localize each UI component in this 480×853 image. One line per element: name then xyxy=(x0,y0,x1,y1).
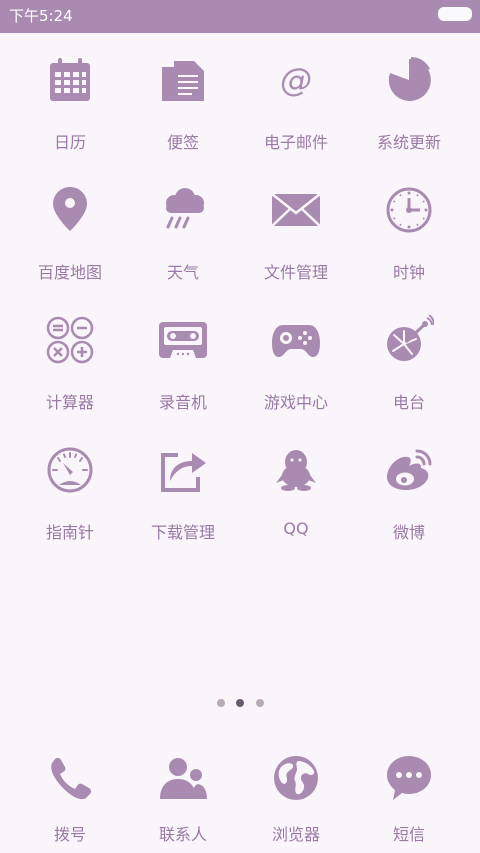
app-weibo[interactable]: 微博 xyxy=(349,423,469,553)
app-label: 下载管理 xyxy=(150,523,215,542)
calendar-icon xyxy=(45,55,95,105)
dock-phone[interactable]: 拨号 xyxy=(10,735,130,853)
message-icon xyxy=(384,753,434,803)
clock-icon xyxy=(384,185,434,235)
app-label: 拨号 xyxy=(53,825,86,844)
app-label: 百度地图 xyxy=(37,263,102,282)
app-map[interactable]: 百度地图 xyxy=(10,163,130,293)
app-label: 日历 xyxy=(53,133,86,152)
app-label: 便签 xyxy=(166,133,199,152)
status-bar: 下午5:24 xyxy=(0,0,480,33)
app-files[interactable]: 文件管理 xyxy=(236,163,356,293)
globe-icon xyxy=(271,753,321,803)
app-label: 文件管理 xyxy=(263,263,328,282)
app-compass[interactable]: 指南针 xyxy=(10,423,130,553)
update-icon xyxy=(384,55,434,105)
dock-contacts[interactable]: 联系人 xyxy=(123,735,243,853)
app-calendar[interactable]: 日历 xyxy=(10,33,130,163)
dock-messages[interactable]: 短信 xyxy=(349,735,469,853)
phone-icon xyxy=(45,753,95,803)
app-update[interactable]: 系统更新 xyxy=(349,33,469,163)
app-games[interactable]: 游戏中心 xyxy=(236,293,356,423)
app-label: 联系人 xyxy=(158,825,207,844)
app-weather[interactable]: 天气 xyxy=(123,163,243,293)
app-downloads[interactable]: 下载管理 xyxy=(123,423,243,553)
email-icon: @ xyxy=(271,55,321,105)
app-label: 电子邮件 xyxy=(263,133,328,152)
page-indicator xyxy=(0,699,480,709)
gamepad-icon xyxy=(271,315,321,365)
contacts-icon xyxy=(158,753,208,803)
app-label: 微博 xyxy=(392,523,425,542)
app-label: 系统更新 xyxy=(376,133,441,152)
app-label: 浏览器 xyxy=(271,825,320,844)
map-pin-icon xyxy=(45,185,95,235)
dock-browser[interactable]: 浏览器 xyxy=(236,735,356,853)
app-qq[interactable]: QQ xyxy=(236,423,356,553)
weibo-icon xyxy=(384,445,434,495)
notes-icon xyxy=(158,55,208,105)
dock: 拨号 联系人 浏览器 短信 xyxy=(0,735,480,853)
app-clock[interactable]: 时钟 xyxy=(349,163,469,293)
app-calculator[interactable]: 计算器 xyxy=(10,293,130,423)
app-label: 天气 xyxy=(166,263,199,282)
cassette-icon xyxy=(158,315,208,365)
status-time: 下午5:24 xyxy=(9,7,73,25)
app-notes[interactable]: 便签 xyxy=(123,33,243,163)
app-label: 指南针 xyxy=(45,523,94,542)
weather-icon xyxy=(158,185,208,235)
app-label: 时钟 xyxy=(392,263,425,282)
app-label: 录音机 xyxy=(158,393,207,412)
app-label: 电台 xyxy=(392,393,425,412)
app-email[interactable]: @ 电子邮件 xyxy=(236,33,356,163)
app-label: 短信 xyxy=(392,825,425,844)
download-share-icon xyxy=(158,445,208,495)
app-label: QQ xyxy=(283,519,309,538)
app-label: 游戏中心 xyxy=(263,393,328,412)
app-radio[interactable]: 电台 xyxy=(349,293,469,423)
page-dot-active[interactable] xyxy=(236,699,244,707)
app-label: 计算器 xyxy=(45,393,94,412)
app-recorder[interactable]: 录音机 xyxy=(123,293,243,423)
page-dot[interactable] xyxy=(256,699,264,707)
battery-icon xyxy=(438,7,472,21)
radio-icon xyxy=(384,315,434,365)
compass-icon xyxy=(45,445,95,495)
calculator-icon xyxy=(45,315,95,365)
page-dot[interactable] xyxy=(217,699,225,707)
svg-text:@: @ xyxy=(280,61,312,99)
qq-penguin-icon xyxy=(271,445,321,495)
folder-mail-icon xyxy=(271,185,321,235)
